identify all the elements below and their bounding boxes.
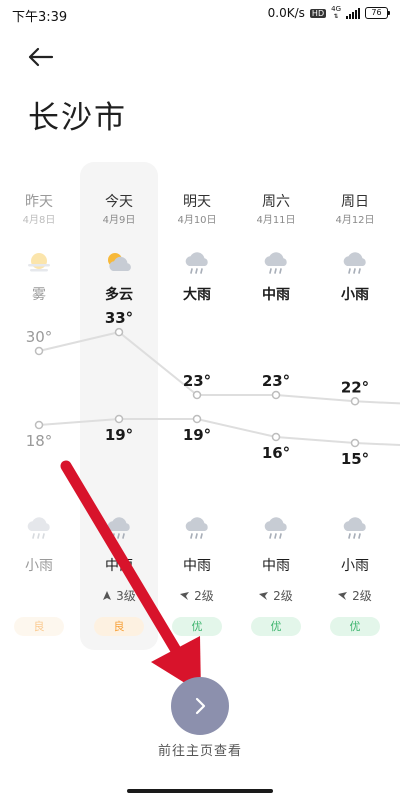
day-label: 周六 <box>262 194 290 210</box>
night-condition: 中雨 <box>183 558 211 574</box>
forecast-day-column[interactable]: 昨天 4月8日 雾 小雨 良 <box>0 0 78 660</box>
wind-level: 2级 <box>194 589 214 603</box>
day-condition: 雾 <box>32 287 46 303</box>
aqi-badge: 良 <box>14 617 64 636</box>
aqi-badge: 优 <box>330 617 380 636</box>
go-to-home-label[interactable]: 前往主页查看 <box>0 740 400 759</box>
aqi-badge: 良 <box>94 617 144 636</box>
rain-cloud-icon <box>340 250 370 276</box>
wind-info: 3级 <box>80 587 158 604</box>
date-label: 4月10日 <box>177 215 217 226</box>
rain-cloud-icon <box>340 515 370 541</box>
date-label: 4月12日 <box>335 215 375 226</box>
fog-icon <box>24 250 54 276</box>
night-condition: 中雨 <box>262 558 290 574</box>
wind-direction-icon <box>259 591 269 601</box>
rain-cloud-icon <box>261 515 291 541</box>
day-label: 周日 <box>341 194 369 210</box>
day-label: 明天 <box>183 194 211 210</box>
go-to-home-button[interactable] <box>171 677 229 735</box>
day-condition: 中雨 <box>262 287 290 303</box>
weather-forecast-screen: 下午3:39 0.0K/s HD 4G ⇅ 76 长沙市 昨天 4月8日 雾 小… <box>0 0 400 800</box>
night-condition: 小雨 <box>341 558 369 574</box>
day-condition: 小雨 <box>341 287 369 303</box>
rain-cloud-icon <box>24 515 54 541</box>
aqi-badge: 优 <box>251 617 301 636</box>
night-condition: 小雨 <box>25 558 53 574</box>
chevron-right-icon <box>195 697 206 715</box>
rain-cloud-icon <box>261 250 291 276</box>
wind-level: 3级 <box>116 589 136 603</box>
date-label: 4月8日 <box>22 215 56 226</box>
wind-direction-icon <box>338 591 348 601</box>
forecast-day-column[interactable]: 今天 4月9日 多云 中雨 3级 良 <box>80 0 158 660</box>
day-label: 今天 <box>105 194 133 210</box>
rain-cloud-icon <box>182 250 212 276</box>
day-condition: 大雨 <box>183 287 211 303</box>
wind-direction-icon <box>102 590 112 601</box>
day-condition: 多云 <box>105 287 133 303</box>
date-label: 4月11日 <box>256 215 296 226</box>
partly-cloudy-icon <box>104 250 134 276</box>
forecast-day-column[interactable]: 明天 4月10日 大雨 中雨 2级 优 <box>158 0 236 660</box>
wind-info: 2级 <box>316 587 394 604</box>
home-indicator[interactable] <box>127 789 273 793</box>
date-label: 4月9日 <box>102 215 136 226</box>
wind-info: 2级 <box>237 587 315 604</box>
rain-cloud-icon <box>104 515 134 541</box>
forecast-day-column[interactable]: 周六 4月11日 中雨 中雨 2级 优 <box>237 0 315 660</box>
forecast-day-column[interactable]: 周日 4月12日 小雨 小雨 2级 优 <box>316 0 394 660</box>
wind-level: 2级 <box>273 589 293 603</box>
day-label: 昨天 <box>25 194 53 210</box>
wind-level: 2级 <box>352 589 372 603</box>
night-condition: 中雨 <box>105 558 133 574</box>
wind-info: 2级 <box>158 587 236 604</box>
rain-cloud-icon <box>182 515 212 541</box>
wind-direction-icon <box>180 591 190 601</box>
aqi-badge: 优 <box>172 617 222 636</box>
